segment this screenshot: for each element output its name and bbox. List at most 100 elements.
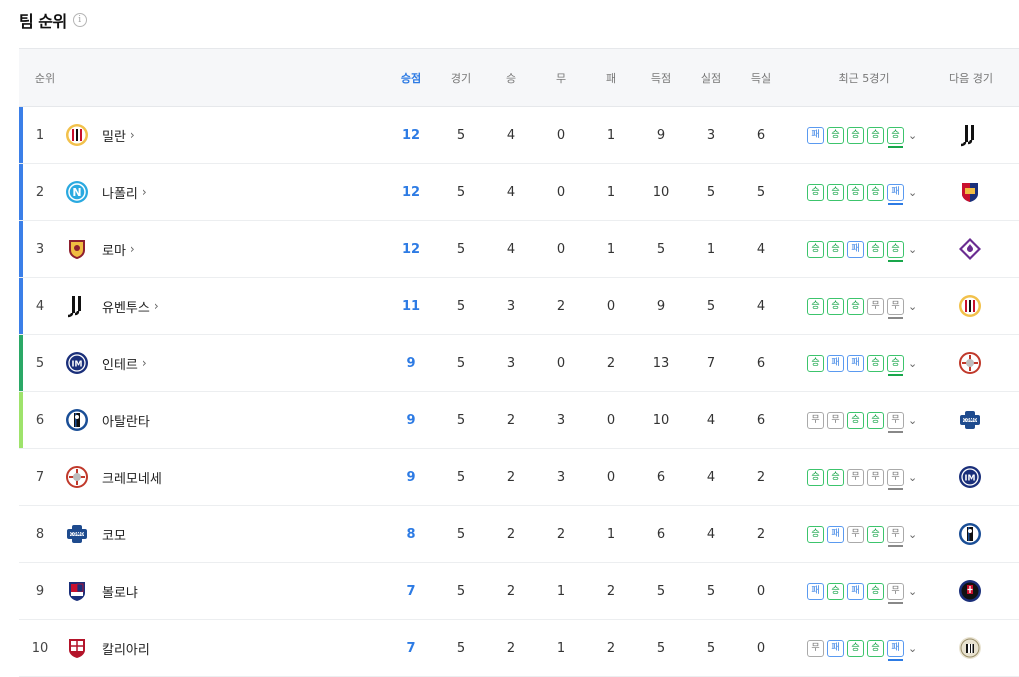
chevron-down-icon[interactable]: ⌄ — [908, 357, 917, 370]
table-row[interactable]: 9 볼로냐 7 5 2 1 2 5 5 0 패 승 패 승 무 ⌄ — [19, 563, 1019, 620]
won-cell: 3 — [506, 355, 516, 371]
col-played[interactable]: 경기 — [441, 49, 481, 106]
form-badge: 승 — [807, 183, 824, 201]
recent-form: 무 패 승 승 패 ⌄ — [807, 620, 923, 676]
chevron-down-icon[interactable]: ⌄ — [908, 414, 917, 427]
recent-form: 패 승 승 승 승 ⌄ — [807, 107, 923, 163]
team-name-link[interactable]: 로마 › — [102, 221, 135, 277]
milan-crest-icon — [63, 107, 91, 163]
played-cell: 5 — [456, 640, 466, 656]
table-row[interactable]: 2 N 나폴리 › 12 5 4 0 1 10 5 5 승 승 승 승 패 ⌄ — [19, 164, 1019, 221]
table-row[interactable]: 7 크레모네세 9 5 2 3 0 6 4 2 승 승 무 무 무 ⌄ IM — [19, 449, 1019, 506]
goals-against-cell: 7 — [706, 355, 716, 371]
won-cell: 4 — [506, 184, 516, 200]
form-badge: 승 — [807, 297, 824, 315]
svg-text:IM: IM — [72, 360, 83, 369]
team-name-link: 크레모네세 — [102, 449, 162, 505]
form-badge: 패 — [807, 582, 824, 600]
form-badge: 승 — [827, 468, 844, 486]
team-name: 코모 — [102, 528, 126, 544]
team-name-link[interactable]: 인테르 › — [102, 335, 147, 391]
next-match-milan-crest-icon[interactable] — [956, 278, 984, 334]
team-name-link[interactable]: 유벤투스 › — [102, 278, 159, 334]
goals-for-cell: 9 — [656, 127, 666, 143]
qualification-zone-bar — [19, 392, 23, 448]
table-row[interactable]: 6 아탈란타 9 5 2 3 0 10 4 6 무 무 승 승 무 ⌄ COMO — [19, 392, 1019, 449]
next-match-inter-crest-icon[interactable]: IM — [956, 449, 984, 505]
won-cell: 2 — [506, 640, 516, 656]
next-match-atalanta-crest-icon[interactable] — [956, 506, 984, 562]
points-cell: 12 — [401, 184, 421, 200]
drawn-cell: 0 — [556, 184, 566, 200]
table-row[interactable]: 8 COMO 코모 8 5 2 2 1 6 4 2 승 패 무 승 무 ⌄ — [19, 506, 1019, 563]
next-match-juventus-crest-icon[interactable] — [956, 107, 984, 163]
chevron-down-icon[interactable]: ⌄ — [908, 186, 917, 199]
next-match-udinese-crest-icon[interactable] — [956, 620, 984, 676]
col-won[interactable]: 승 — [491, 49, 531, 106]
next-match-fiorentina-crest-icon[interactable] — [956, 221, 984, 277]
chevron-down-icon[interactable]: ⌄ — [908, 585, 917, 598]
col-goal-diff[interactable]: 득실 — [741, 49, 781, 106]
col-lost[interactable]: 패 — [591, 49, 631, 106]
form-badge: 패 — [827, 354, 844, 372]
goals-for-cell: 5 — [656, 640, 666, 656]
chevron-down-icon[interactable]: ⌄ — [908, 471, 917, 484]
form-badge: 승 — [867, 525, 884, 543]
form-badge: 무 — [827, 411, 844, 429]
rank-cell: 3 — [35, 241, 45, 257]
table-row[interactable]: 10 칼리아리 7 5 2 1 2 5 5 0 무 패 승 승 패 ⌄ — [19, 620, 1019, 677]
form-badge: 승 — [867, 411, 884, 429]
col-points[interactable]: 승점 — [391, 49, 431, 106]
next-match-como-crest-icon[interactable]: COMO — [956, 392, 984, 448]
col-goals-against[interactable]: 실점 — [691, 49, 731, 106]
goals-for-cell: 6 — [656, 526, 666, 542]
chevron-down-icon[interactable]: ⌄ — [908, 243, 917, 256]
team-name-link[interactable]: 밀란 › — [102, 107, 135, 163]
goal-diff-cell: 4 — [756, 241, 766, 257]
col-goals-for[interactable]: 득점 — [641, 49, 681, 106]
next-match-genoa-crest-icon[interactable] — [956, 164, 984, 220]
form-badge: 승 — [867, 582, 884, 600]
goals-for-cell: 5 — [656, 241, 666, 257]
form-badge: 승 — [867, 183, 884, 201]
table-body: 1 밀란 › 12 5 4 0 1 9 3 6 패 승 승 승 승 ⌄ 2 N 나폴리 › 12 5 4 0 1 10 5 5 승 승 승 승 패… — [19, 107, 1019, 677]
lost-cell: 2 — [606, 583, 616, 599]
form-badge: 승 — [827, 126, 844, 144]
chevron-down-icon[interactable]: ⌄ — [908, 129, 917, 142]
table-row[interactable]: 1 밀란 › 12 5 4 0 1 9 3 6 패 승 승 승 승 ⌄ — [19, 107, 1019, 164]
col-drawn[interactable]: 무 — [541, 49, 581, 106]
rank-cell: 8 — [35, 526, 45, 542]
team-name: 밀란 — [102, 129, 126, 145]
form-badge: 무 — [867, 297, 884, 315]
points-cell: 12 — [401, 241, 421, 257]
rank-cell: 9 — [35, 583, 45, 599]
form-badge: 승 — [827, 240, 844, 258]
info-icon[interactable]: i — [72, 13, 87, 27]
played-cell: 5 — [456, 469, 466, 485]
form-badge: 무 — [887, 468, 904, 490]
qualification-zone-bar — [19, 221, 23, 277]
form-badge: 패 — [807, 126, 824, 144]
chevron-right-icon: › — [153, 299, 159, 313]
table-row[interactable]: 5 IM 인테르 › 9 5 3 0 2 13 7 6 승 패 패 승 승 ⌄ — [19, 335, 1019, 392]
table-row[interactable]: 4 유벤투스 › 11 5 3 2 0 9 5 4 승 승 승 무 무 ⌄ — [19, 278, 1019, 335]
qualification-zone-bar — [19, 335, 23, 391]
chevron-down-icon[interactable]: ⌄ — [908, 642, 917, 655]
next-match-pisa-crest-icon[interactable] — [956, 563, 984, 619]
lost-cell: 2 — [606, 355, 616, 371]
drawn-cell: 3 — [556, 469, 566, 485]
table-row[interactable]: 3 로마 › 12 5 4 0 1 5 1 4 승 승 패 승 승 ⌄ — [19, 221, 1019, 278]
cremonese-crest-icon — [63, 449, 91, 505]
next-match-cremonese-crest-icon[interactable] — [956, 335, 984, 391]
team-name-link[interactable]: 나폴리 › — [102, 164, 147, 220]
form-badge: 무 — [847, 525, 864, 543]
cagliari-crest-icon — [63, 620, 91, 676]
goals-for-cell: 6 — [656, 469, 666, 485]
form-badge: 승 — [867, 126, 884, 144]
form-badge: 승 — [827, 297, 844, 315]
goal-diff-cell: 0 — [756, 583, 766, 599]
team-name: 로마 — [102, 243, 126, 259]
chevron-down-icon[interactable]: ⌄ — [908, 528, 917, 541]
team-name-link: 코모 — [102, 506, 126, 562]
chevron-down-icon[interactable]: ⌄ — [908, 300, 917, 313]
